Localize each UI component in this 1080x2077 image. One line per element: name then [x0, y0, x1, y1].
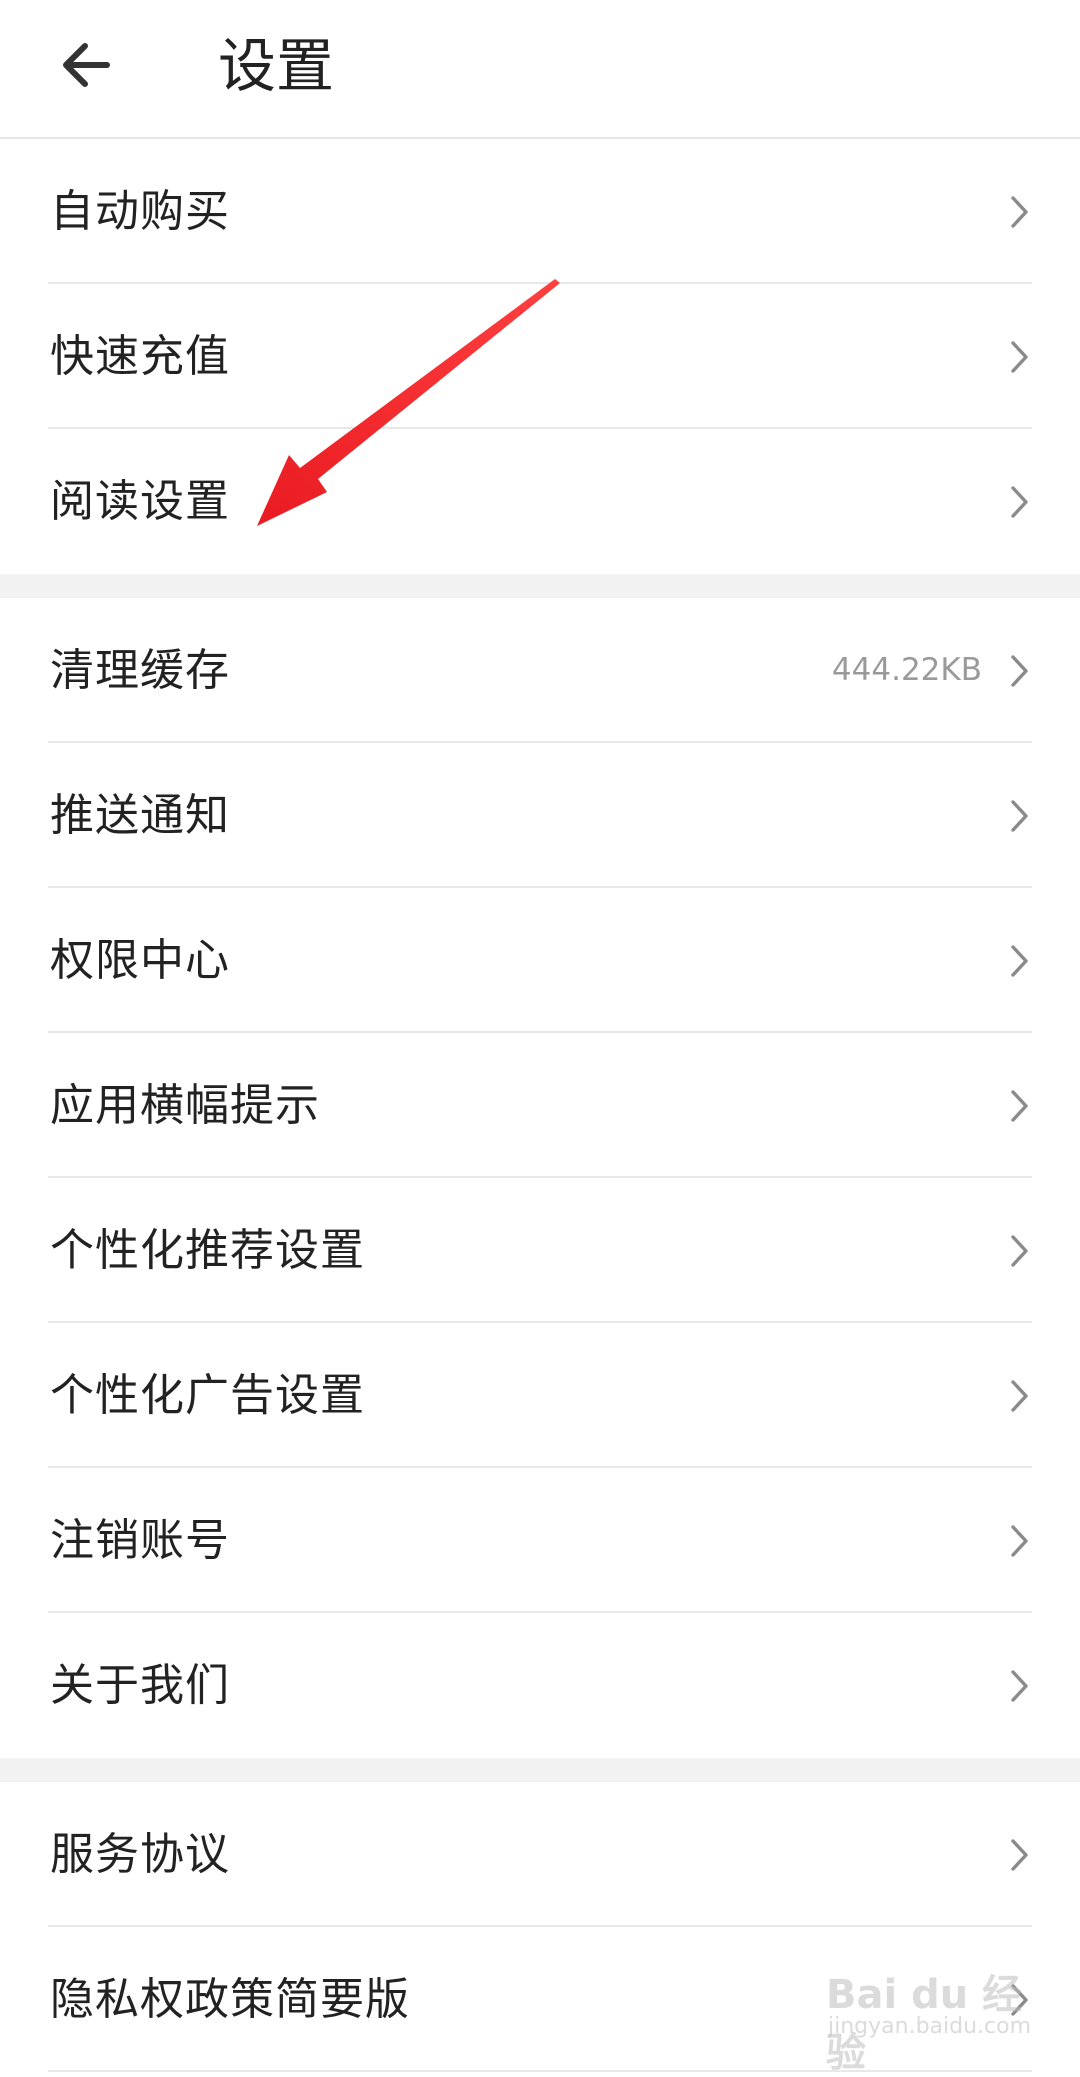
- settings-item-service-agreement[interactable]: 服务协议: [0, 1782, 1080, 1927]
- back-button[interactable]: [50, 25, 120, 105]
- watermark: Bai du 经验 jingyan.baidu.com: [826, 1962, 1031, 2076]
- settings-item-label: 快速充值: [50, 331, 230, 382]
- chevron-right-icon: [1011, 485, 1028, 518]
- settings-item-permission-center[interactable]: 权限中心: [0, 888, 1080, 1033]
- arrow-left-icon: [63, 43, 110, 87]
- chevron-right-icon: [1011, 1379, 1028, 1412]
- chevron-right-icon: [1011, 1669, 1028, 1702]
- chevron-right-icon: [1011, 1089, 1028, 1122]
- settings-item-label: 推送通知: [50, 790, 230, 841]
- settings-item-label: 阅读设置: [50, 476, 230, 527]
- settings-item-label: 自动购买: [50, 186, 230, 237]
- watermark-url: jingyan.baidu.com: [828, 2014, 1032, 2039]
- chevron-right-icon: [1011, 799, 1028, 832]
- section-spacer: [0, 574, 1080, 598]
- settings-item-push-notifications[interactable]: 推送通知: [0, 743, 1080, 888]
- settings-item-delete-account[interactable]: 注销账号: [0, 1468, 1080, 1613]
- settings-item-label: 注销账号: [50, 1515, 230, 1566]
- chevron-right-icon: [1011, 1838, 1028, 1871]
- section-spacer: [0, 1758, 1080, 1782]
- settings-item-label: 应用横幅提示: [50, 1080, 320, 1131]
- settings-item-personalized-recommendations[interactable]: 个性化推荐设置: [0, 1178, 1080, 1323]
- settings-group-2: 清理缓存 444.22KB 推送通知 权限中心 应用横幅提示 个性化推荐设置 个…: [0, 598, 1080, 1758]
- settings-page: 设置 自动购买 快速充值 阅读设置 清理缓存 444.22KB 推送通知 权限中…: [0, 0, 1080, 2077]
- settings-item-reading-settings[interactable]: 阅读设置: [0, 429, 1080, 574]
- chevron-right-icon: [1011, 195, 1028, 228]
- chevron-right-icon: [1011, 1524, 1028, 1557]
- settings-item-clear-cache[interactable]: 清理缓存 444.22KB: [0, 598, 1080, 743]
- settings-group-1: 自动购买 快速充值 阅读设置: [0, 139, 1080, 574]
- chevron-right-icon: [1011, 654, 1028, 687]
- settings-item-label: 个性化推荐设置: [50, 1225, 365, 1276]
- settings-item-auto-purchase[interactable]: 自动购买: [0, 139, 1080, 284]
- cache-size-value: 444.22KB: [831, 652, 982, 688]
- chevron-right-icon: [1011, 944, 1028, 977]
- header-bar: 设置: [0, 0, 1080, 139]
- settings-item-label: 关于我们: [50, 1660, 230, 1711]
- settings-item-about-us[interactable]: 关于我们: [0, 1613, 1080, 1758]
- settings-item-label: 服务协议: [50, 1829, 230, 1880]
- settings-item-banner-tips[interactable]: 应用横幅提示: [0, 1033, 1080, 1178]
- chevron-right-icon: [1011, 1234, 1028, 1267]
- settings-item-personalized-ads[interactable]: 个性化广告设置: [0, 1323, 1080, 1468]
- settings-item-label: 隐私权政策简要版: [50, 1974, 410, 2025]
- settings-item-quick-recharge[interactable]: 快速充值: [0, 284, 1080, 429]
- chevron-right-icon: [1011, 340, 1028, 373]
- settings-item-label: 个性化广告设置: [50, 1370, 365, 1421]
- settings-item-label: 清理缓存: [50, 645, 230, 696]
- page-title: 设置: [218, 32, 335, 100]
- settings-item-label: 权限中心: [50, 935, 230, 986]
